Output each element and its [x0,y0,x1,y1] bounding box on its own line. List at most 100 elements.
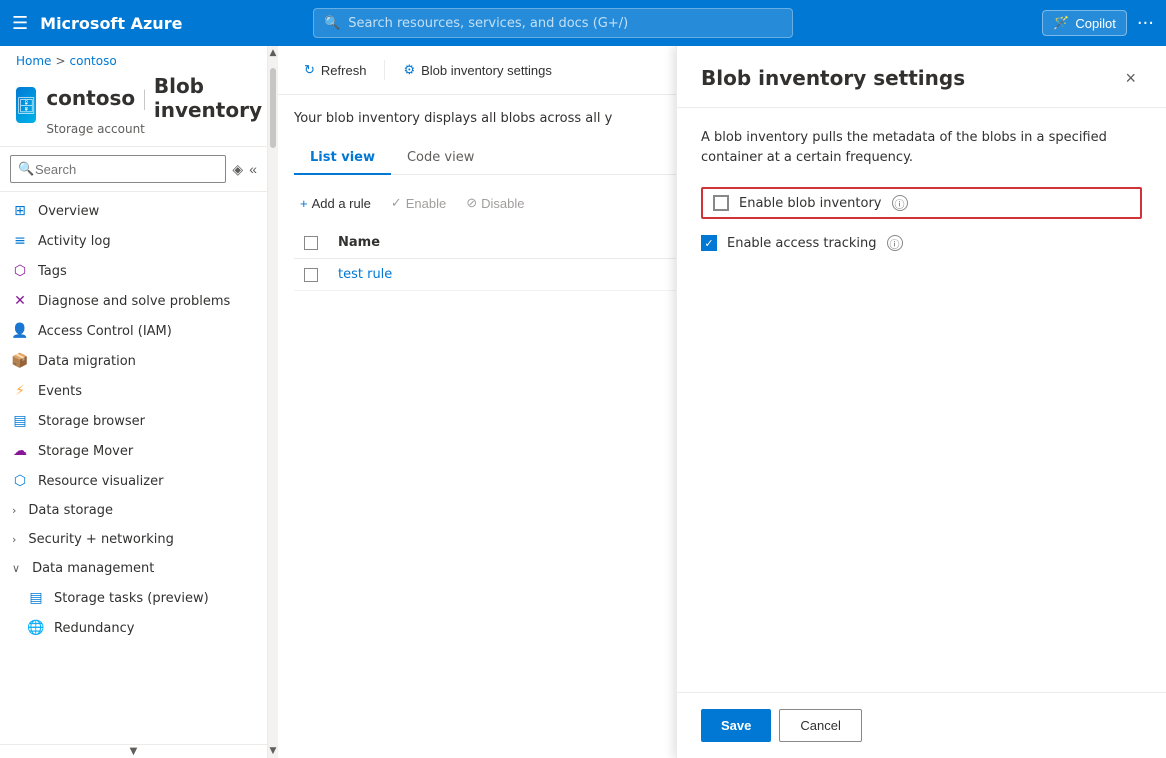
storage-browser-icon: ▤ [12,413,28,429]
topbar-more-icon[interactable]: ··· [1137,13,1154,34]
sidebar-item-redundancy[interactable]: 🌐 Redundancy [0,613,267,643]
sidebar-item-label: Access Control (IAM) [38,324,172,339]
expand-icon: › [12,533,16,546]
search-placeholder: Search resources, services, and docs (G+… [348,16,628,31]
diagnose-icon: ✕ [12,293,28,309]
storage-tasks-icon: ▤ [28,590,44,606]
redundancy-icon: 🌐 [28,620,44,636]
breadcrumb-separator: > [55,54,65,68]
resource-name: contoso [46,86,135,110]
resource-icon: 🗄 [16,87,36,123]
blob-inventory-settings-button[interactable]: ⚙ Blob inventory settings [393,56,561,84]
tab-list-view[interactable]: List view [294,142,391,175]
sidebar-search-input[interactable] [10,155,226,183]
enable-access-tracking-label: Enable access tracking [727,236,877,251]
enable-access-tracking-checkbox[interactable]: ✓ [701,235,717,251]
panel-body: A blob inventory pulls the metadata of t… [677,108,1166,692]
activity-log-icon: ≡ [12,233,28,249]
sidebar-nav: ⊞ Overview ≡ Activity log ⬡ Tags ✕ Diagn… [0,192,267,744]
tab-code-view[interactable]: Code view [391,142,490,175]
sidebar-collapse-icon[interactable]: « [249,161,257,178]
sidebar-item-tags[interactable]: ⬡ Tags [0,256,267,286]
sidebar-pin-icon[interactable]: ◈ [232,161,243,178]
sidebar-item-resource-visualizer[interactable]: ⬡ Resource visualizer [0,466,267,496]
topbar: ☰ Microsoft Azure 🔍 Search resources, se… [0,0,1166,46]
sidebar-item-events[interactable]: ⚡ Events [0,376,267,406]
data-migration-icon: 📦 [12,353,28,369]
breadcrumb-home[interactable]: Home [16,54,51,68]
sidebar-item-label: Data migration [38,354,136,369]
overview-icon: ⊞ [12,203,28,219]
sidebar-item-label: Security + networking [28,532,173,547]
sidebar-item-storage-tasks[interactable]: ▤ Storage tasks (preview) [0,583,267,613]
sidebar-item-label: Events [38,384,82,399]
sidebar-item-label: Data storage [28,503,113,518]
rule-name-link[interactable]: test rule [338,267,392,282]
cancel-button[interactable]: Cancel [779,709,861,742]
hamburger-menu-icon[interactable]: ☰ [12,13,28,34]
breadcrumb-current[interactable]: contoso [70,54,117,68]
sidebar-item-label: Overview [38,204,99,219]
sidebar-item-label: Tags [38,264,67,279]
storage-mover-icon: ☁ [12,443,28,459]
app-logo: Microsoft Azure [40,14,182,33]
sidebar-item-label: Storage tasks (preview) [54,591,209,606]
enable-blob-inventory-checkbox[interactable] [713,195,729,211]
enable-access-tracking-row: ✓ Enable access tracking ⓘ [701,235,1142,251]
panel-footer: Save Cancel [677,692,1166,758]
disable-icon: ⊘ [466,195,477,211]
resource-type: Storage account [46,122,268,136]
sidebar-item-iam[interactable]: 👤 Access Control (IAM) [0,316,267,346]
resource-header: 🗄 contoso | Blob inventory ☆ ··· Storage… [0,70,267,147]
resource-page: Blob inventory [154,74,262,122]
sidebar-item-data-storage[interactable]: › Data storage [0,496,267,525]
search-icon: 🔍 [324,16,340,31]
panel-close-button[interactable]: × [1119,66,1142,91]
resource-separator: | [141,86,148,110]
global-search[interactable]: 🔍 Search resources, services, and docs (… [313,8,793,38]
enable-blob-inventory-label: Enable blob inventory [739,196,882,211]
resource-visualizer-icon: ⬡ [12,473,28,489]
sidebar-search-icon: 🔍 [18,162,34,177]
table-header-checkbox [294,227,328,259]
sidebar-search-actions: ◈ « [232,161,257,178]
sidebar-item-data-management[interactable]: ∨ Data management [0,554,267,583]
topbar-right: 🪄 Copilot ··· [1042,10,1154,36]
copilot-icon: 🪄 [1053,15,1069,31]
copilot-button[interactable]: 🪄 Copilot [1042,10,1127,36]
disable-button[interactable]: ⊘ Disable [460,191,530,215]
sidebar-item-label: Data management [32,561,154,576]
sidebar-item-label: Resource visualizer [38,474,163,489]
resource-title-group: contoso | Blob inventory ☆ ··· Storage a… [46,74,268,136]
iam-icon: 👤 [12,323,28,339]
toolbar-separator [384,60,385,80]
expand-icon: › [12,504,16,517]
sidebar-item-overview[interactable]: ⊞ Overview [0,196,267,226]
enable-button[interactable]: ✓ Enable [385,191,452,215]
panel-description: A blob inventory pulls the metadata of t… [701,128,1142,167]
enable-access-tracking-info-icon[interactable]: ⓘ [887,235,903,251]
refresh-button[interactable]: ↻ Refresh [294,56,376,84]
row-checkbox[interactable] [304,268,318,282]
save-button[interactable]: Save [701,709,771,742]
sidebar-item-security-networking[interactable]: › Security + networking [0,525,267,554]
panel-title: Blob inventory settings [701,66,965,90]
select-all-checkbox[interactable] [304,236,318,250]
settings-icon: ⚙ [403,62,415,78]
sidebar-item-label: Storage Mover [38,444,133,459]
blob-inventory-settings-panel: Blob inventory settings × A blob invento… [676,46,1166,758]
sidebar-item-storage-mover[interactable]: ☁ Storage Mover [0,436,267,466]
sidebar-item-diagnose[interactable]: ✕ Diagnose and solve problems [0,286,267,316]
sidebar-item-label: Storage browser [38,414,145,429]
enable-blob-inventory-info-icon[interactable]: ⓘ [892,195,908,211]
panel-header: Blob inventory settings × [677,46,1166,108]
breadcrumb: Home > contoso [0,46,267,70]
add-rule-button[interactable]: + Add a rule [294,192,377,215]
sidebar-item-activity-log[interactable]: ≡ Activity log [0,226,267,256]
tags-icon: ⬡ [12,263,28,279]
sidebar-item-storage-browser[interactable]: ▤ Storage browser [0,406,267,436]
refresh-icon: ↻ [304,62,315,78]
sidebar-item-data-migration[interactable]: 📦 Data migration [0,346,267,376]
sidebar-item-label: Activity log [38,234,111,249]
add-icon: + [300,196,308,211]
